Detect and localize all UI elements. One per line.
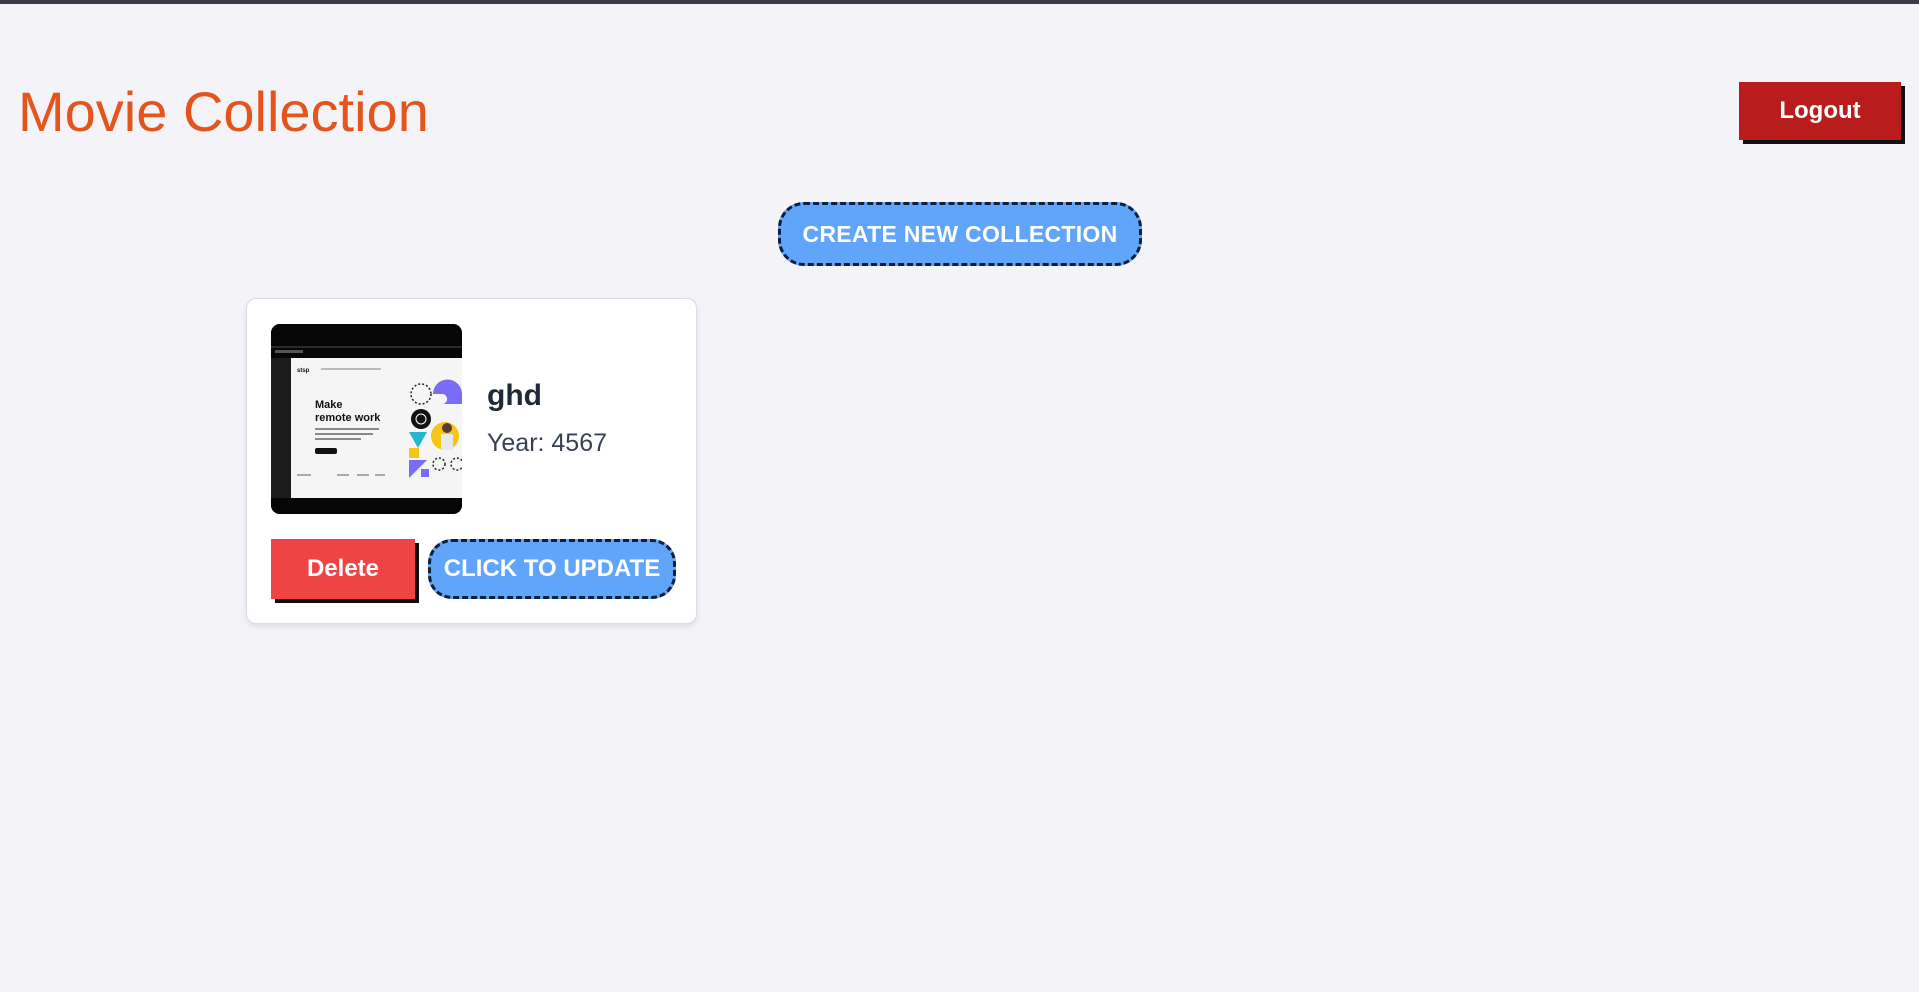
movie-title: ghd <box>487 379 542 412</box>
update-button[interactable]: CLICK TO UPDATE <box>428 539 676 599</box>
create-collection-button[interactable]: CREATE NEW COLLECTION <box>778 202 1142 266</box>
delete-button[interactable]: Delete <box>271 539 415 599</box>
logout-button[interactable]: Logout <box>1739 82 1901 140</box>
poster-logo: stsp <box>297 368 310 374</box>
movie-card: stsp Make remote work ghd Year: 4567 Del… <box>246 298 697 624</box>
poster-headline-1: Make <box>315 399 343 411</box>
movie-year: Year: 4567 <box>487 429 608 457</box>
top-border <box>0 0 1919 4</box>
page-title: Movie Collection <box>18 80 429 143</box>
poster-headline-2: remote work <box>315 412 381 424</box>
movie-poster-image: stsp Make remote work <box>271 324 462 514</box>
